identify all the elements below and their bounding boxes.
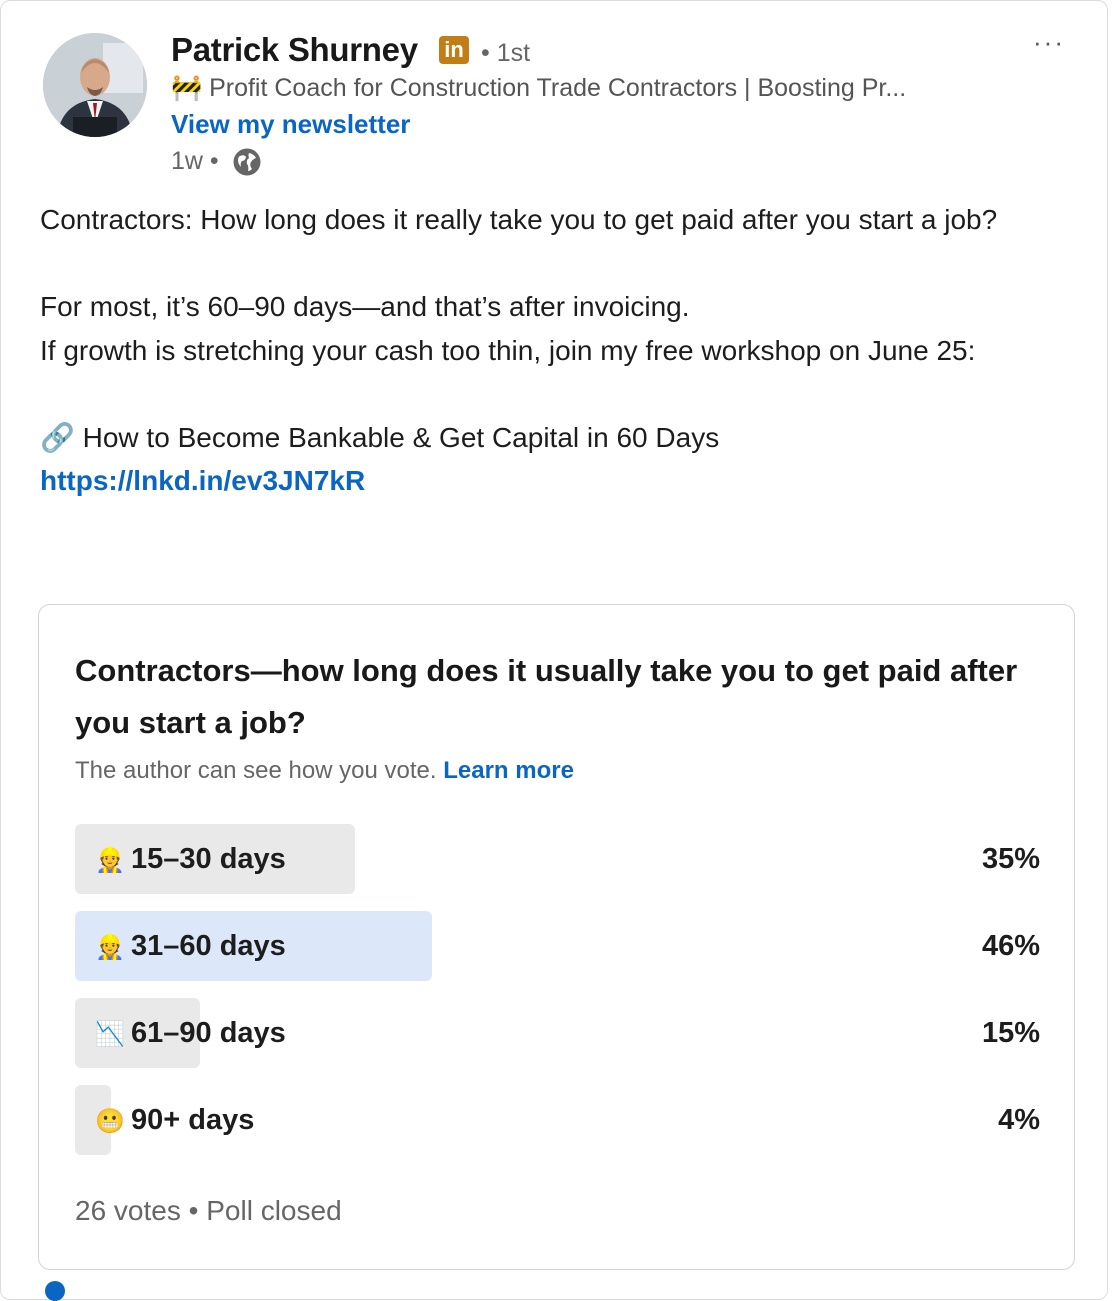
poll-option[interactable]: 📉 61–90 days 15% <box>75 998 1040 1068</box>
poll-option-text: 31–60 days <box>131 930 286 962</box>
view-newsletter-link[interactable]: View my newsletter <box>171 109 410 140</box>
chart-decreasing-emoji-icon: 📉 <box>95 1021 125 1048</box>
linkedin-premium-icon: in <box>439 36 469 64</box>
workshop-link[interactable]: https://lnkd.in/ev3JN7kR <box>40 465 365 496</box>
poll-option[interactable]: 👷 15–30 days 35% <box>75 824 1040 894</box>
poll-option[interactable]: 👷 31–60 days 46% <box>75 911 1040 981</box>
grimacing-face-emoji-icon: 😬 <box>95 1108 125 1135</box>
learn-more-link[interactable]: Learn more <box>443 757 574 784</box>
poll-option-percent: 4% <box>998 1104 1040 1136</box>
globe-icon <box>232 147 262 182</box>
worker-emoji-icon: 👷 <box>95 934 125 961</box>
post-paragraph: If growth is stretching your cash too th… <box>40 334 976 366</box>
poll-option-text: 15–30 days <box>131 843 286 875</box>
post-card: Patrick Shurney in • 1st ··· 🚧 Profit Co… <box>0 0 1108 1301</box>
poll-option-label: 👷 15–30 days <box>95 824 286 896</box>
post-paragraph: For most, it’s 60–90 days—and that’s aft… <box>40 291 690 322</box>
author-name[interactable]: Patrick Shurney <box>171 31 418 69</box>
poll-option-label: 📉 61–90 days <box>95 998 286 1070</box>
poll-question: Contractors—how long does it usually tak… <box>75 653 1018 740</box>
poll-option-percent: 46% <box>981 930 1040 962</box>
more-options-button[interactable]: ··· <box>1027 27 1071 61</box>
poll-footer: 26 votes • Poll closed <box>75 1195 342 1227</box>
post-time: 1w • <box>171 147 219 175</box>
poll: Contractors—how long does it usually tak… <box>38 604 1075 1270</box>
author-avatar[interactable] <box>43 33 147 137</box>
poll-option-label: 😬 90+ days <box>95 1085 254 1157</box>
vote-count[interactable]: 26 votes <box>75 1195 181 1226</box>
poll-option[interactable]: 😬 90+ days 4% <box>75 1085 1040 1155</box>
connection-degree: • 1st <box>481 39 531 67</box>
poll-status: Poll closed <box>206 1195 342 1226</box>
poll-privacy-note: The author can see how you vote. Learn m… <box>75 757 574 785</box>
post-paragraph: 🔗 How to Become Bankable & Get Capital i… <box>40 421 720 453</box>
poll-note-text: The author can see how you vote. <box>75 757 437 784</box>
worker-emoji-icon: 👷 <box>95 847 125 874</box>
poll-option-percent: 35% <box>981 843 1040 875</box>
poll-option-percent: 15% <box>981 1017 1040 1049</box>
reaction-icon <box>45 1281 65 1301</box>
author-headline: 🚧 Profit Coach for Construction Trade Co… <box>171 74 907 102</box>
poll-option-text: 61–90 days <box>131 1017 286 1049</box>
poll-option-text: 90+ days <box>131 1104 255 1136</box>
poll-option-label: 👷 31–60 days <box>95 911 286 983</box>
footer-separator: • <box>188 1195 207 1226</box>
post-body: Contractors: How long does it really tak… <box>40 198 1080 503</box>
post-paragraph: Contractors: How long does it really tak… <box>40 204 998 235</box>
